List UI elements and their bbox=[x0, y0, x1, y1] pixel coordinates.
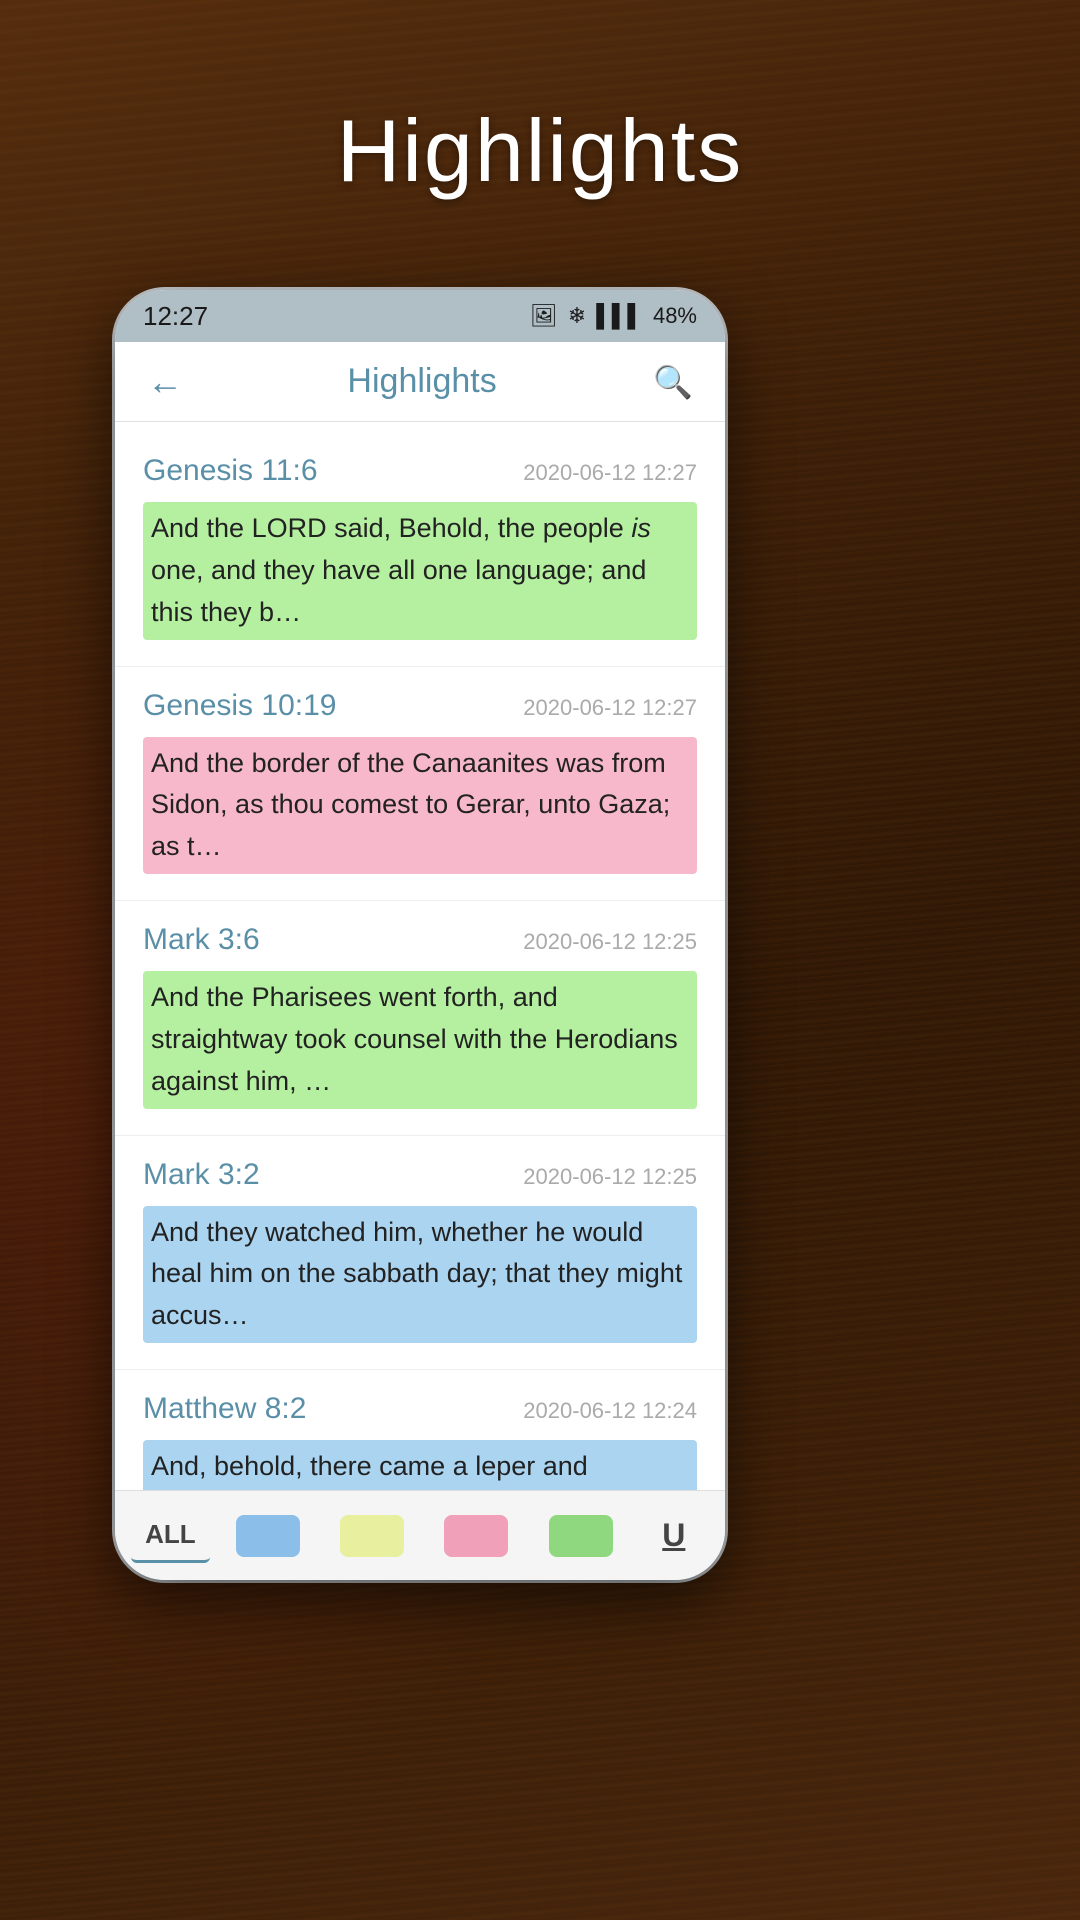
card-header: Matthew 8:2 2020-06-12 12:24 bbox=[143, 1392, 697, 1426]
card-header: Mark 3:6 2020-06-12 12:25 bbox=[143, 923, 697, 957]
verse-text: And the border of the Canaanites was fro… bbox=[143, 737, 697, 875]
app-bar-title: Highlights bbox=[199, 362, 645, 401]
filter-all-label: ALL bbox=[145, 1519, 196, 1550]
highlight-card-matthew-8-2[interactable]: Matthew 8:2 2020-06-12 12:24 And, behold… bbox=[115, 1370, 725, 1490]
image-status-icon: 🖼 bbox=[530, 303, 558, 329]
bottom-filter-bar: ALL U bbox=[115, 1490, 725, 1580]
highlight-card-genesis-11-6[interactable]: Genesis 11:6 2020-06-12 12:27 And the LO… bbox=[115, 432, 725, 667]
verse-reference: Mark 3:2 bbox=[143, 1158, 260, 1192]
card-date: 2020-06-12 12:25 bbox=[523, 1164, 697, 1190]
card-date: 2020-06-12 12:27 bbox=[523, 460, 697, 486]
card-header: Mark 3:2 2020-06-12 12:25 bbox=[143, 1158, 697, 1192]
verse-text: And the LORD said, Behold, the people is… bbox=[143, 502, 697, 640]
highlight-card-mark-3-6[interactable]: Mark 3:6 2020-06-12 12:25 And the Pharis… bbox=[115, 901, 725, 1136]
highlight-card-mark-3-2[interactable]: Mark 3:2 2020-06-12 12:25 And they watch… bbox=[115, 1136, 725, 1371]
verse-reference: Matthew 8:2 bbox=[143, 1392, 306, 1426]
verse-reference: Genesis 11:6 bbox=[143, 454, 318, 488]
filter-tab-green[interactable] bbox=[535, 1505, 627, 1567]
status-bar: 12:27 🖼 ❄ ▌▌▌ 48% bbox=[115, 290, 725, 342]
app-bar: ← Highlights 🔍 bbox=[115, 342, 725, 422]
filter-tab-yellow[interactable] bbox=[326, 1505, 418, 1567]
card-date: 2020-06-12 12:24 bbox=[523, 1398, 697, 1424]
status-time: 12:27 bbox=[143, 301, 208, 332]
highlight-card-genesis-10-19[interactable]: Genesis 10:19 2020-06-12 12:27 And the b… bbox=[115, 667, 725, 902]
green-color-swatch bbox=[549, 1515, 613, 1557]
filter-tab-blue[interactable] bbox=[222, 1505, 314, 1567]
back-button[interactable]: ← bbox=[139, 353, 191, 411]
highlights-list: Genesis 11:6 2020-06-12 12:27 And the LO… bbox=[115, 422, 725, 1490]
yellow-color-swatch bbox=[340, 1515, 404, 1557]
verse-text: And the Pharisees went forth, and straig… bbox=[143, 971, 697, 1109]
status-icons: 🖼 ❄ ▌▌▌ 48% bbox=[530, 303, 697, 329]
card-header: Genesis 11:6 2020-06-12 12:27 bbox=[143, 454, 697, 488]
filter-tab-all[interactable]: ALL bbox=[131, 1509, 210, 1563]
verse-reference: Genesis 10:19 bbox=[143, 689, 336, 723]
bluetooth-status-icon: ❄ bbox=[568, 303, 586, 329]
page-header-title: Highlights bbox=[0, 100, 1080, 202]
card-header: Genesis 10:19 2020-06-12 12:27 bbox=[143, 689, 697, 723]
pink-color-swatch bbox=[444, 1515, 508, 1557]
battery-status: 48% bbox=[653, 303, 697, 329]
card-date: 2020-06-12 12:27 bbox=[523, 695, 697, 721]
filter-tab-underline[interactable]: U bbox=[639, 1507, 709, 1564]
filter-tab-pink[interactable] bbox=[430, 1505, 522, 1567]
signal-icon: ▌▌▌ bbox=[596, 303, 643, 329]
verse-text: And they watched him, whether he would h… bbox=[143, 1206, 697, 1344]
underline-filter-label: U bbox=[662, 1517, 685, 1554]
search-button[interactable]: 🔍 bbox=[645, 355, 701, 409]
verse-text: And, behold, there came a leper and wors… bbox=[143, 1440, 697, 1490]
blue-color-swatch bbox=[236, 1515, 300, 1557]
verse-reference: Mark 3:6 bbox=[143, 923, 260, 957]
phone-frame: 12:27 🖼 ❄ ▌▌▌ 48% ← Highlights 🔍 Genesis… bbox=[115, 290, 725, 1580]
card-date: 2020-06-12 12:25 bbox=[523, 929, 697, 955]
